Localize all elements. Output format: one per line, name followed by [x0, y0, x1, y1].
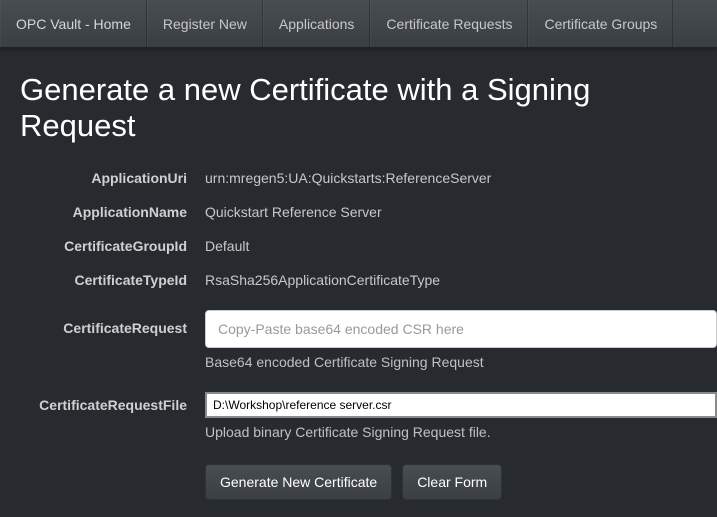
row-application-name: ApplicationName Quickstart Reference Ser…	[0, 194, 717, 228]
value-application-name: Quickstart Reference Server	[205, 202, 717, 220]
generate-new-certificate-button[interactable]: Generate New Certificate	[205, 464, 392, 500]
help-certificate-request: Base64 encoded Certificate Signing Reque…	[205, 354, 717, 370]
row-certificate-request-file: CertificateRequestFile D:\Workshop\refer…	[0, 378, 717, 448]
label-certificate-type-id: CertificateTypeId	[0, 270, 205, 288]
form: ApplicationUri urn:mregen5:UA:Quickstart…	[0, 160, 717, 500]
certificate-request-file-input[interactable]: D:\Workshop\reference server.csr	[205, 392, 717, 418]
help-certificate-request-file: Upload binary Certificate Signing Reques…	[205, 424, 717, 440]
row-certificate-type-id: CertificateTypeId RsaSha256ApplicationCe…	[0, 262, 717, 296]
clear-form-button[interactable]: Clear Form	[402, 464, 502, 500]
nav-certificate-groups[interactable]: Certificate Groups	[528, 0, 673, 47]
row-application-uri: ApplicationUri urn:mregen5:UA:Quickstart…	[0, 160, 717, 194]
value-application-uri: urn:mregen5:UA:Quickstarts:ReferenceServ…	[205, 168, 717, 186]
row-certificate-group-id: CertificateGroupId Default	[0, 228, 717, 262]
navbar: OPC Vault - Home Register New Applicatio…	[0, 0, 717, 48]
label-application-uri: ApplicationUri	[0, 168, 205, 186]
value-certificate-type-id: RsaSha256ApplicationCertificateType	[205, 270, 717, 288]
button-row: Generate New Certificate Clear Form	[0, 464, 717, 500]
value-certificate-group-id: Default	[205, 236, 717, 254]
nav-brand[interactable]: OPC Vault - Home	[0, 0, 147, 47]
label-application-name: ApplicationName	[0, 202, 205, 220]
nav-applications[interactable]: Applications	[263, 0, 371, 47]
label-certificate-group-id: CertificateGroupId	[0, 236, 205, 254]
nav-certificate-requests[interactable]: Certificate Requests	[370, 0, 528, 47]
label-certificate-request-file: CertificateRequestFile	[0, 392, 205, 413]
label-certificate-request: CertificateRequest	[0, 310, 205, 336]
certificate-request-input[interactable]	[205, 310, 717, 348]
nav-register-new[interactable]: Register New	[147, 0, 263, 47]
row-certificate-request: CertificateRequest Base64 encoded Certif…	[0, 296, 717, 378]
page-title: Generate a new Certificate with a Signin…	[0, 48, 717, 160]
